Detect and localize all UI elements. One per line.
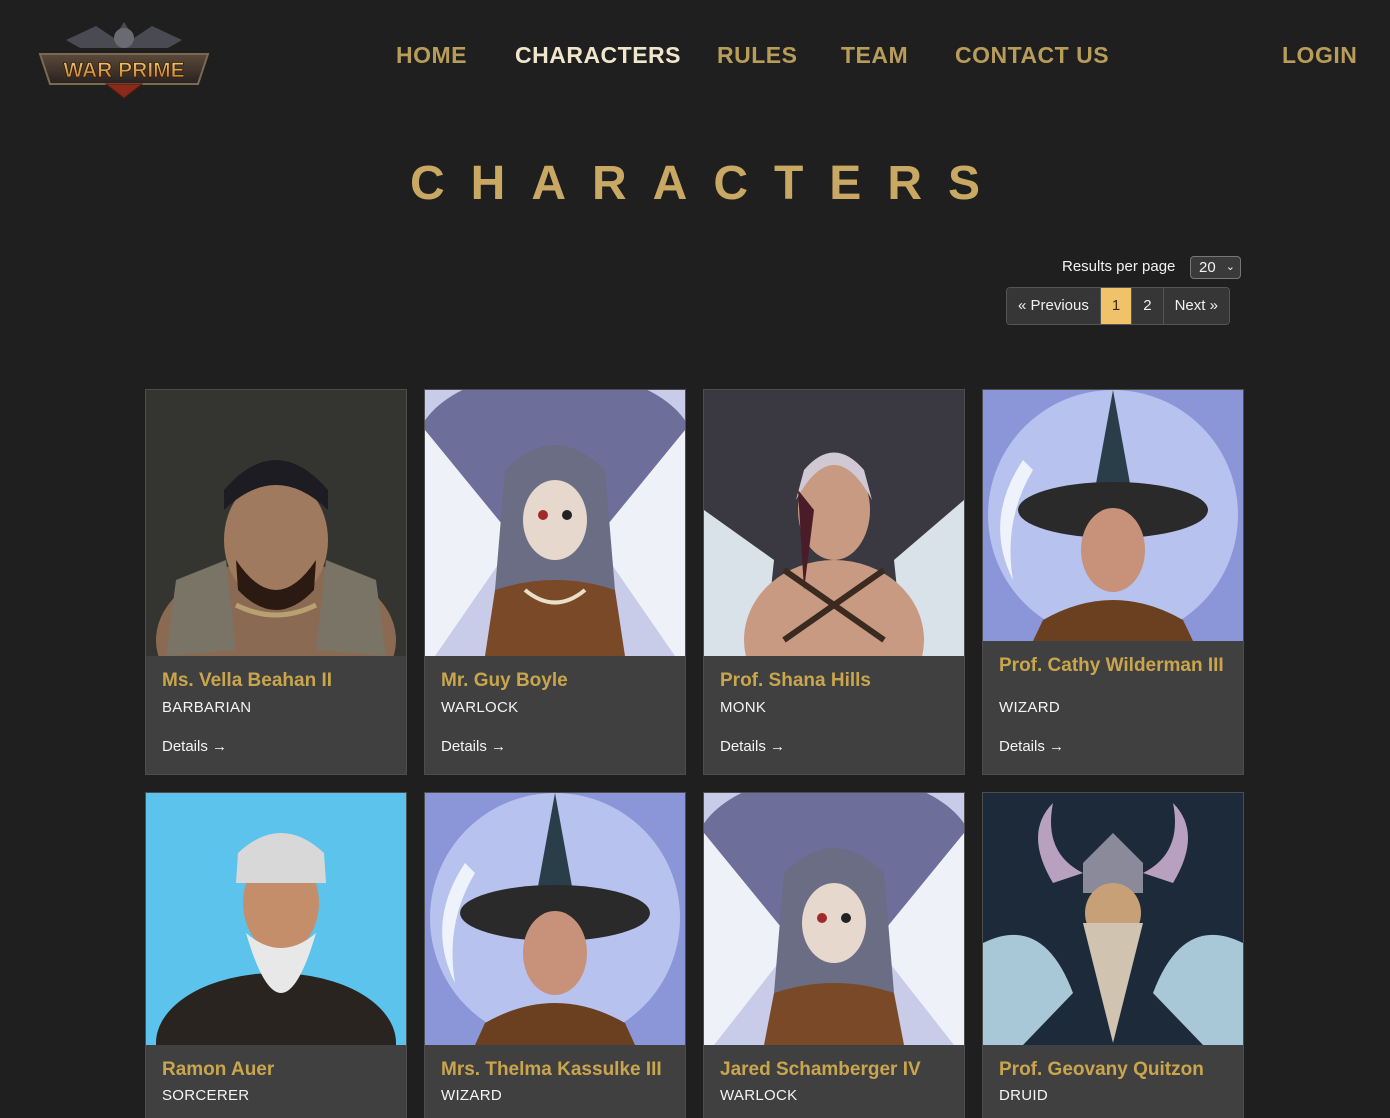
character-name: Mr. Guy Boyle (441, 670, 568, 691)
character-card[interactable]: Prof. Geovany Quitzon DRUID (982, 792, 1244, 1118)
arrow-right-icon: → (1049, 738, 1065, 755)
results-per-page-value: 20 (1199, 259, 1216, 276)
character-class: SORCERER (162, 1087, 250, 1104)
character-card[interactable]: Ms. Vella Beahan II BARBARIAN Details → (145, 389, 407, 775)
character-name: Jared Schamberger IV (720, 1059, 921, 1080)
results-per-page-select[interactable]: 20 ⌄ (1190, 256, 1241, 279)
character-card[interactable]: Mr. Guy Boyle WARLOCK Details → (424, 389, 686, 775)
nav-characters[interactable]: CHARACTERS (515, 42, 681, 69)
page-title: CHARACTERS (410, 157, 1006, 210)
barbarian-portrait (146, 390, 406, 656)
character-class: DRUID (999, 1087, 1048, 1104)
page-1-button[interactable]: 1 (1100, 288, 1133, 324)
character-name: Prof. Geovany Quitzon (999, 1059, 1204, 1080)
chevron-down-icon: ⌄ (1225, 261, 1235, 273)
monk-portrait (704, 390, 964, 656)
details-link[interactable]: Details → (162, 738, 227, 755)
wizard-portrait (425, 793, 685, 1045)
warlock-portrait (704, 793, 964, 1045)
arrow-right-icon: → (770, 738, 786, 755)
nav-team[interactable]: TEAM (841, 42, 908, 69)
character-name: Prof. Cathy Wilderman III (999, 655, 1224, 676)
druid-portrait (983, 793, 1243, 1045)
site-header: WAR PRIME HOME CHARACTERS RULES TEAM CON… (0, 0, 1390, 120)
nav-rules[interactable]: RULES (717, 42, 797, 69)
details-label: Details (999, 738, 1045, 755)
login-link[interactable]: LOGIN (1282, 42, 1357, 69)
character-card[interactable]: Prof. Shana Hills MONK Details → (703, 389, 965, 775)
nav-home[interactable]: HOME (396, 42, 467, 69)
details-label: Details (441, 738, 487, 755)
character-card[interactable]: Jared Schamberger IV WARLOCK (703, 792, 965, 1118)
character-name: Mrs. Thelma Kassulke III (441, 1059, 662, 1080)
character-class: BARBARIAN (162, 699, 252, 716)
character-name: Prof. Shana Hills (720, 670, 871, 691)
sorcerer-portrait (146, 793, 406, 1045)
character-class: WIZARD (999, 699, 1060, 716)
warlock-portrait (425, 390, 685, 656)
details-link[interactable]: Details → (999, 738, 1064, 755)
character-card[interactable]: Mrs. Thelma Kassulke III WIZARD (424, 792, 686, 1118)
arrow-right-icon: → (212, 738, 228, 755)
wizard-portrait (983, 390, 1243, 641)
logo-text: WAR PRIME (63, 59, 184, 82)
character-card[interactable]: Ramon Auer SORCERER (145, 792, 407, 1118)
details-link[interactable]: Details → (720, 738, 785, 755)
nav-contact-us[interactable]: CONTACT US (955, 42, 1109, 69)
next-page-button[interactable]: Next » (1163, 288, 1229, 324)
page-2-button[interactable]: 2 (1132, 288, 1164, 324)
details-label: Details (720, 738, 766, 755)
previous-page-button[interactable]: « Previous (1007, 288, 1101, 324)
character-card[interactable]: Prof. Cathy Wilderman III WIZARD Details… (982, 389, 1244, 775)
pagination: « Previous 1 2 Next » (1006, 287, 1230, 325)
character-name: Ms. Vella Beahan II (162, 670, 333, 691)
character-name: Ramon Auer (162, 1059, 275, 1080)
details-link[interactable]: Details → (441, 738, 506, 755)
character-class: WIZARD (441, 1087, 502, 1104)
results-per-page-label: Results per page (1062, 258, 1176, 275)
war-prime-logo[interactable]: WAR PRIME (36, 18, 212, 100)
character-class: WARLOCK (720, 1087, 798, 1104)
arrow-right-icon: → (491, 738, 507, 755)
character-class: MONK (720, 699, 767, 716)
character-class: WARLOCK (441, 699, 519, 716)
details-label: Details (162, 738, 208, 755)
